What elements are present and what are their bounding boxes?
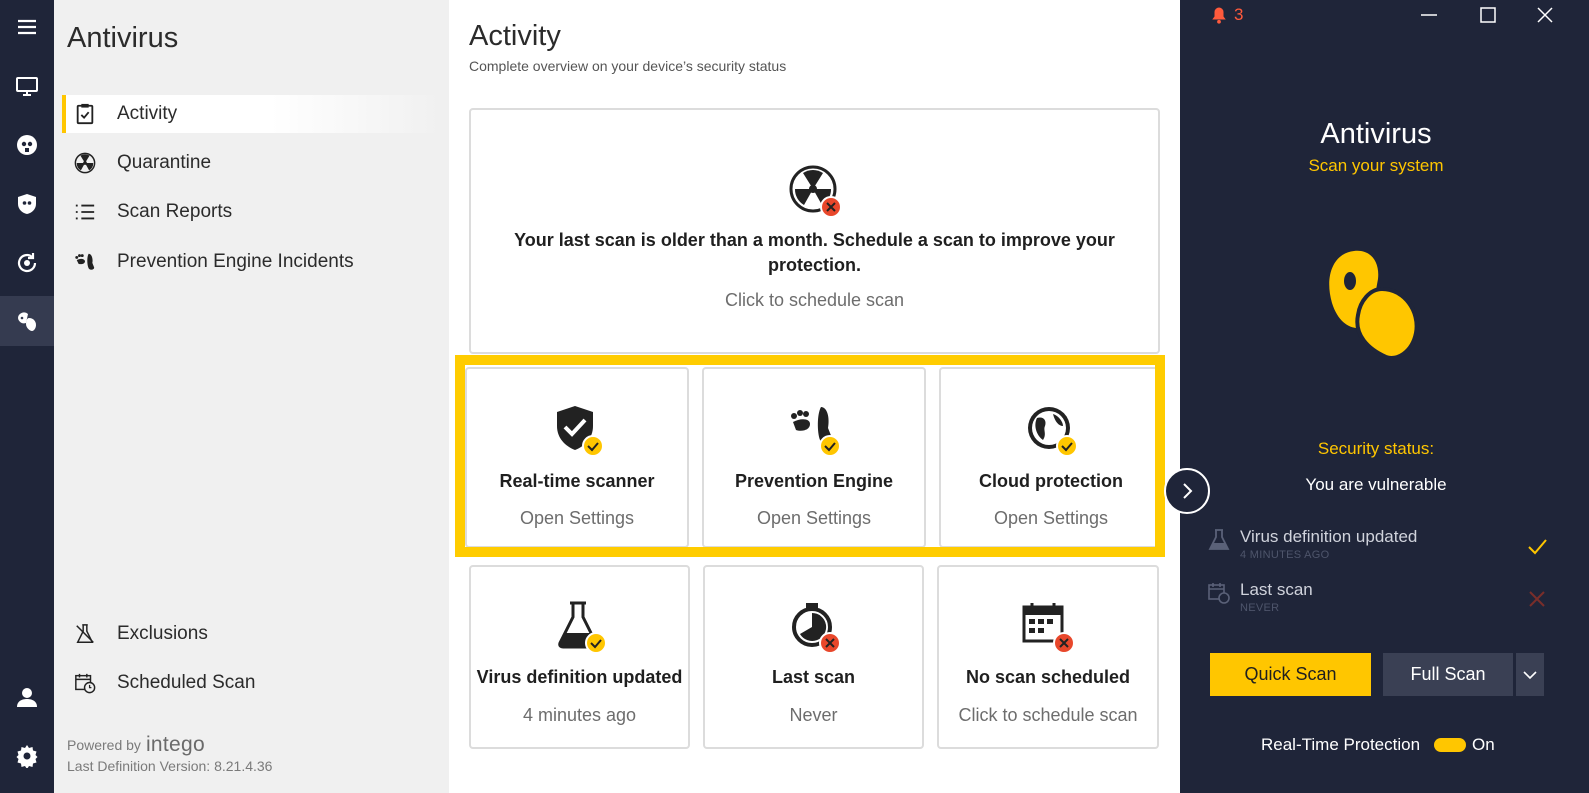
bell-icon [1212,7,1226,24]
sidebar-item-scan-reports[interactable]: Scan Reports [62,193,442,231]
sidebar-item-label: Exclusions [117,623,208,644]
monitor-icon[interactable] [0,61,54,111]
menu-icon[interactable] [0,2,54,52]
chevron-down-icon [1523,670,1537,679]
x-icon [1529,591,1545,607]
alert-action: Click to schedule scan [724,290,905,310]
collapse-panel-button[interactable] [1164,468,1210,514]
flask-check-icon [557,601,606,653]
security-status-value: You are vulnerable [1305,475,1447,494]
notification-count: 3 [1234,5,1244,24]
settings-gear-icon[interactable] [0,731,54,781]
antivirus-icon[interactable] [0,296,54,346]
card-title: Last scan [771,667,856,687]
calendar-error-icon [1022,603,1074,653]
check-icon [1528,539,1547,555]
last-scan-card[interactable]: Last scan Never [703,565,924,749]
rtp-toggle[interactable] [1434,738,1467,752]
flask-slash-icon [73,622,97,646]
account-icon[interactable] [0,672,54,722]
quick-scan-button[interactable]: Quick Scan [1210,653,1371,696]
intego-logo: intego [145,733,205,756]
status-panel: 3 Antivirus Scan your system Security st… [1180,0,1589,793]
minimize-icon[interactable] [1418,4,1440,26]
sidebar-item-exclusions[interactable]: Exclusions [62,615,442,653]
maximize-icon[interactable] [1477,4,1499,26]
panel-title: Antivirus [1320,118,1432,150]
stat-sub: 4 MINUTES AGO [1240,549,1330,561]
powered-by-label: Powered by [67,737,141,753]
security-status-label: Security status: [1317,439,1435,458]
page-subtitle: Complete overview on your device’s secur… [469,58,787,74]
powered-by: Powered by intego [67,733,205,757]
list-icon [73,200,97,224]
realtime-protection: Real-Time Protection On [1261,735,1495,755]
schedule-scan-alert-card[interactable]: Your last scan is older than a month. Sc… [469,108,1160,354]
flask-icon [1208,529,1230,550]
alert-title: Your last scan is older than a month. Sc… [514,230,1115,275]
sidebar-item-label: Activity [117,103,178,124]
sidebar-item-label: Scan Reports [117,201,233,222]
chevron-right-icon [1183,483,1193,499]
highlight-frame [455,355,1165,557]
backup-icon[interactable] [0,238,54,288]
calendar-clock-icon [73,671,97,695]
card-sub: 4 minutes ago [522,705,637,725]
panel-subtitle: Scan your system [1308,156,1444,175]
privacy-icon[interactable] [0,120,54,170]
no-scan-scheduled-card[interactable]: No scan scheduled Click to schedule scan [937,565,1159,749]
page-title: Activity [469,20,561,52]
sidebar-item-activity[interactable]: Activity [62,95,442,133]
main-content: Activity Complete overview on your devic… [449,0,1180,793]
card-title: No scan scheduled [965,667,1131,687]
sidebar-item-prevention-engine-incidents[interactable]: Prevention Engine Incidents [62,243,442,281]
card-sub: Never [789,705,838,725]
definition-version: Last Definition Version: 8.21.4.36 [67,758,273,774]
shield-icon[interactable] [0,179,54,229]
stat-sub: NEVER [1240,602,1280,614]
stopwatch-error-icon [791,603,840,653]
sidebar-item-label: Prevention Engine Incidents [117,251,354,272]
scan-options-dropdown[interactable] [1516,653,1544,696]
stat-title: Virus definition updated [1240,527,1418,546]
stat-virus-definition: Virus definition updated 4 MINUTES AGO [1208,527,1548,567]
virus-definition-card[interactable]: Virus definition updated 4 minutes ago [469,565,690,749]
radiation-error-icon [789,165,841,217]
close-icon[interactable] [1534,4,1556,26]
sidebar: Antivirus Activity Quarantine Scan Repor… [54,0,449,793]
rtp-state: On [1472,735,1495,754]
sidebar-item-scheduled-scan[interactable]: Scheduled Scan [62,664,442,702]
card-sub: Click to schedule scan [958,705,1138,725]
radiation-icon [73,151,97,175]
sidebar-item-label: Quarantine [117,152,212,173]
rtp-label: Real-Time Protection [1261,735,1421,754]
full-scan-button[interactable]: Full Scan [1383,653,1513,696]
calendar-clock-icon [1208,583,1230,604]
notifications[interactable]: 3 [1210,5,1243,25]
sidebar-title: Antivirus [67,22,179,54]
antivirus-mascot-icon [1329,250,1419,360]
footprints-icon [73,250,97,274]
sidebar-item-quarantine[interactable]: Quarantine [62,144,442,182]
stat-last-scan: Last scan NEVER [1208,580,1548,620]
clipboard-check-icon [73,102,97,126]
stat-title: Last scan [1240,580,1313,599]
icon-rail [0,0,54,793]
sidebar-item-label: Scheduled Scan [117,672,256,693]
card-title: Virus definition updated [476,667,683,687]
